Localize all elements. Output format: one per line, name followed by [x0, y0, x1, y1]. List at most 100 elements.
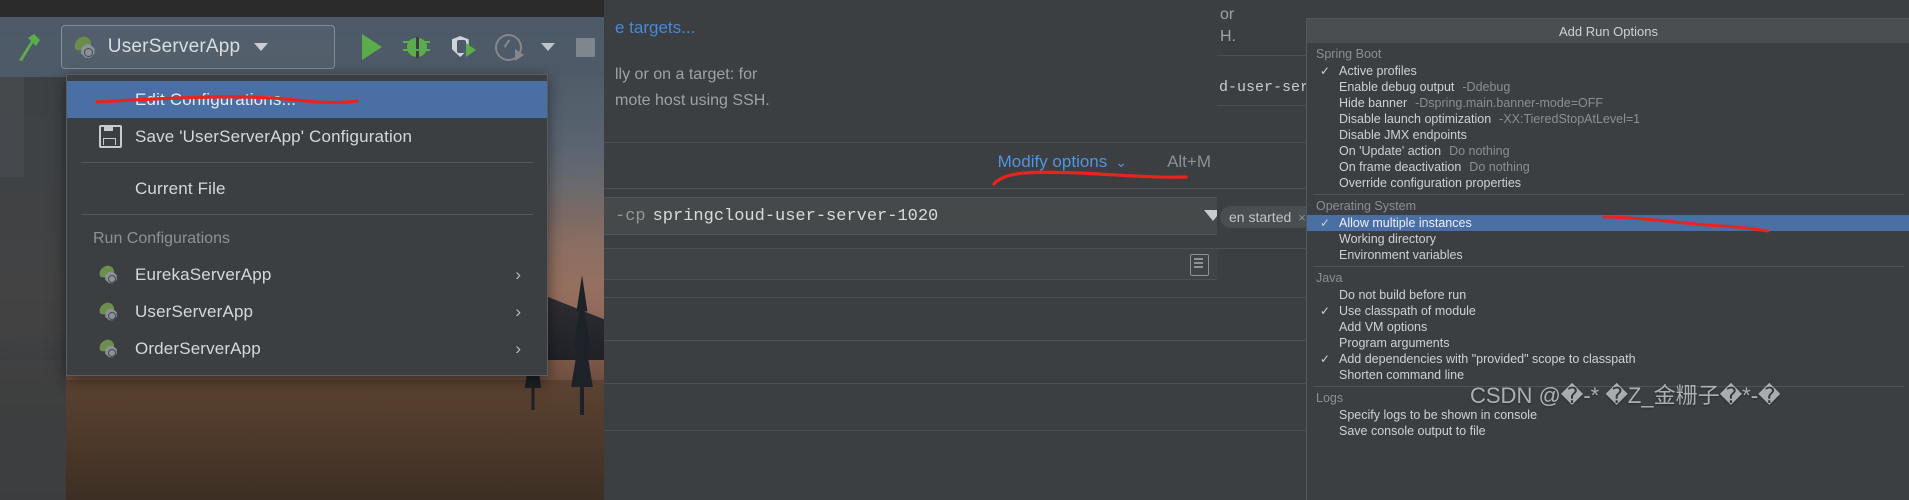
popup-option-item[interactable]: Program arguments [1307, 335, 1909, 351]
popup-option-item[interactable]: Working directory [1307, 231, 1909, 247]
classpath-prefix: -cp [615, 206, 646, 226]
menu-item-label: Save 'UserServerApp' Configuration [135, 126, 413, 146]
manage-targets-link[interactable]: e targets... [615, 18, 695, 38]
popup-option-label: Disable launch optimization [1339, 112, 1492, 126]
run-with-coverage-icon[interactable] [442, 24, 484, 70]
modify-options-shortcut: Alt+M [1167, 152, 1211, 171]
divider [604, 142, 1217, 143]
popup-option-label: Program arguments [1339, 336, 1450, 350]
save-disk-icon [97, 125, 123, 148]
divider [604, 430, 1217, 431]
divider [604, 297, 1217, 298]
popup-option-label: Hide banner [1339, 96, 1408, 110]
popup-option-item[interactable]: Save console output to file [1307, 423, 1909, 439]
status-chip[interactable]: en started × [1220, 206, 1315, 228]
popup-option-item[interactable]: Disable JMX endpoints [1307, 127, 1909, 143]
spring-boot-icon [72, 35, 98, 59]
popup-option-hint: -Ddebug [1462, 80, 1511, 94]
popup-group-header: Operating System [1316, 199, 1417, 213]
stop-icon[interactable] [568, 24, 604, 70]
popup-separator [1313, 194, 1904, 195]
editor-left-gutter-inner [0, 77, 24, 177]
popup-option-label: Do not build before run [1339, 288, 1467, 302]
window-title-bar [0, 0, 604, 17]
expand-editor-icon[interactable] [1190, 254, 1209, 276]
menu-item-label: UserServerApp [135, 301, 254, 321]
popup-option-item[interactable]: On 'Update' action Do nothing [1307, 143, 1909, 159]
dialog-description-line: mote host using SSH. [615, 92, 770, 109]
menu-item-label: EurekaServerApp [135, 264, 272, 284]
menu-item-label: OrderServerApp [135, 338, 261, 358]
menu-separator [81, 162, 533, 163]
profile-icon[interactable] [488, 24, 530, 70]
divider [604, 383, 1217, 384]
popup-option-label: Environment variables [1339, 248, 1463, 262]
watermark: CSDN @�-* �Z_金粣子�*-� [1470, 383, 1781, 408]
chevron-down-icon[interactable] [533, 24, 564, 70]
close-icon[interactable]: × [1298, 210, 1306, 225]
debug-bug-icon[interactable] [396, 24, 438, 70]
popup-option-item[interactable]: Add VM options [1307, 319, 1909, 335]
divider [604, 188, 1217, 189]
popup-group-header: Java [1316, 271, 1343, 285]
menu-item-edit-configurations[interactable]: Edit Configurations... [67, 81, 547, 118]
popup-option-item[interactable]: Environment variables [1307, 247, 1909, 263]
spring-boot-icon [97, 337, 123, 359]
menu-item-eureka-server-app[interactable]: EurekaServerApp › [67, 256, 547, 293]
menu-item-save-configuration[interactable]: Save 'UserServerApp' Configuration [67, 118, 547, 155]
classpath-field[interactable]: -cp springcloud-user-server-1020 [604, 197, 1228, 235]
popup-option-hint: Do nothing [1469, 160, 1530, 174]
menu-item-label: Edit Configurations... [135, 89, 297, 109]
popup-option-item[interactable]: Hide banner -Dspring.main.banner-mode=OFF [1307, 95, 1909, 111]
popup-option-label: Enable debug output [1339, 80, 1455, 94]
chevron-right-icon[interactable]: › [515, 303, 521, 320]
menu-item-current-file[interactable]: Current File [67, 170, 547, 207]
popup-option-label: On frame deactivation [1339, 160, 1462, 174]
run-configuration-selector[interactable]: UserServerApp [60, 25, 335, 69]
modify-options-label: Modify options [997, 152, 1108, 171]
popup-option-item[interactable]: Override configuration properties [1307, 175, 1909, 191]
chevron-right-icon[interactable]: › [515, 340, 521, 357]
popup-option-label: Save console output to file [1339, 424, 1486, 438]
popup-separator [1313, 266, 1904, 267]
popup-option-item[interactable]: ✓ Active profiles [1307, 63, 1909, 79]
run-debug-configurations-dialog: e targets... lly or on a target: for mot… [604, 0, 1228, 500]
spring-boot-icon [97, 300, 123, 322]
chevron-right-icon[interactable]: › [515, 266, 521, 283]
popup-option-hint: -Dspring.main.banner-mode=OFF [1415, 96, 1604, 110]
chevron-down-icon: ⌄ [1115, 153, 1127, 170]
status-chip-label: en started [1229, 209, 1292, 225]
menu-item-order-server-app[interactable]: OrderServerApp › [67, 330, 547, 367]
popup-option-item[interactable]: On frame deactivation Do nothing [1307, 159, 1909, 175]
popup-option-label: Use classpath of module [1339, 304, 1476, 318]
menu-item-user-server-app[interactable]: UserServerApp › [67, 293, 547, 330]
popup-option-label: Active profiles [1339, 64, 1417, 78]
popup-option-item[interactable]: Do not build before run [1307, 287, 1909, 303]
menu-separator [81, 214, 533, 215]
popup-option-label: Add VM options [1339, 320, 1428, 334]
pane-text-fragment: or [1220, 6, 1235, 23]
popup-option-item[interactable]: Enable debug output -Ddebug [1307, 79, 1909, 95]
popup-option-item[interactable]: ✓ Add dependencies with "provided" scope … [1307, 351, 1909, 367]
menu-section-run-configurations: Run Configurations [93, 230, 230, 247]
popup-option-label: Override configuration properties [1339, 176, 1522, 190]
popup-option-item[interactable]: Disable launch optimization -XX:TieredSto… [1307, 111, 1909, 127]
add-run-options-popup: Add Run Options Spring Boot ✓ Active profi… [1306, 18, 1909, 500]
popup-option-label: Disable JMX endpoints [1339, 128, 1467, 142]
wallpaper-ground [0, 380, 604, 500]
dialog-input-field[interactable] [604, 248, 1217, 280]
run-configuration-name: UserServerApp [107, 36, 241, 57]
popup-option-item[interactable]: ✓ Use classpath of module [1307, 303, 1909, 319]
run-play-icon[interactable] [351, 24, 393, 70]
check-icon: ✓ [1319, 216, 1331, 230]
popup-option-label: Working directory [1339, 232, 1437, 246]
popup-option-item[interactable]: ✓ Allow multiple instances [1307, 215, 1909, 231]
dialog-description-line: lly or on a target: for [615, 66, 758, 83]
modify-options-button[interactable]: Modify options ⌄ [998, 152, 1127, 172]
popup-option-label: Specify logs to be shown in console [1339, 408, 1538, 422]
check-icon: ✓ [1319, 64, 1331, 78]
pane-text-fragment: H. [1220, 28, 1236, 45]
hammer-icon[interactable] [8, 25, 48, 69]
divider [604, 340, 1217, 341]
chevron-down-icon[interactable] [254, 43, 269, 51]
